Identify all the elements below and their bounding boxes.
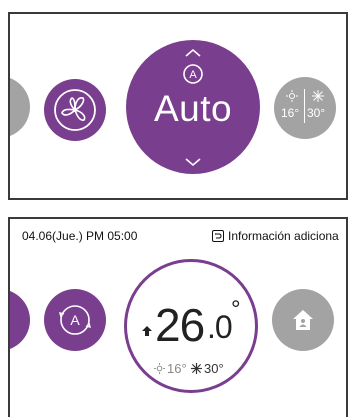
svg-text:A: A [70,312,80,328]
svg-text:A: A [189,69,197,81]
home-button[interactable] [272,289,334,351]
status-panel: 04.06(Jue.) PM 05:00 Información adicion… [8,217,348,417]
auto-mode-button[interactable]: A Auto [126,40,260,174]
auto-mode-button-2[interactable]: A [44,289,106,351]
setpoint-divider [304,89,305,123]
chevron-up-icon[interactable] [184,48,202,58]
temperature-display[interactable]: 26 .0 ° 16° 30° [124,259,258,393]
date-time: 04.06(Jue.) PM 05:00 [22,229,138,243]
temperature-decimal: .0 [207,309,233,345]
previous-item-button[interactable] [10,289,30,351]
additional-info-link[interactable]: Información adiciona [212,229,339,243]
arrow-up-icon [142,326,152,336]
setpoint-button[interactable]: 16° 30° [274,77,336,139]
auto-mode-icon: A [59,305,91,335]
sun-icon [154,363,165,374]
home-icon [293,310,313,330]
sun-icon [286,90,298,102]
info-icon [212,230,224,242]
auto-mode-icon: A [183,64,203,84]
snowflake-icon [191,363,202,374]
additional-info-label: Información adiciona [228,229,339,243]
status-bar: 04.06(Jue.) PM 05:00 Información adicion… [10,219,346,249]
mode-label: Auto [153,88,233,129]
heat-setpoint: 16° [281,106,300,120]
previous-mode-button[interactable] [10,76,30,138]
chevron-down-icon[interactable] [184,157,202,167]
fan-icon [54,89,96,131]
fan-mode-button[interactable] [44,79,106,141]
cool-setpoint: 30° [204,361,224,376]
cool-setpoint: 30° [307,106,326,120]
current-temperature: 26 [155,299,205,351]
mode-selector-panel: A Auto 16° 30° [8,12,348,200]
temperature-unit: ° [231,296,241,323]
snowflake-icon [312,90,324,102]
heat-setpoint: 16° [167,361,187,376]
